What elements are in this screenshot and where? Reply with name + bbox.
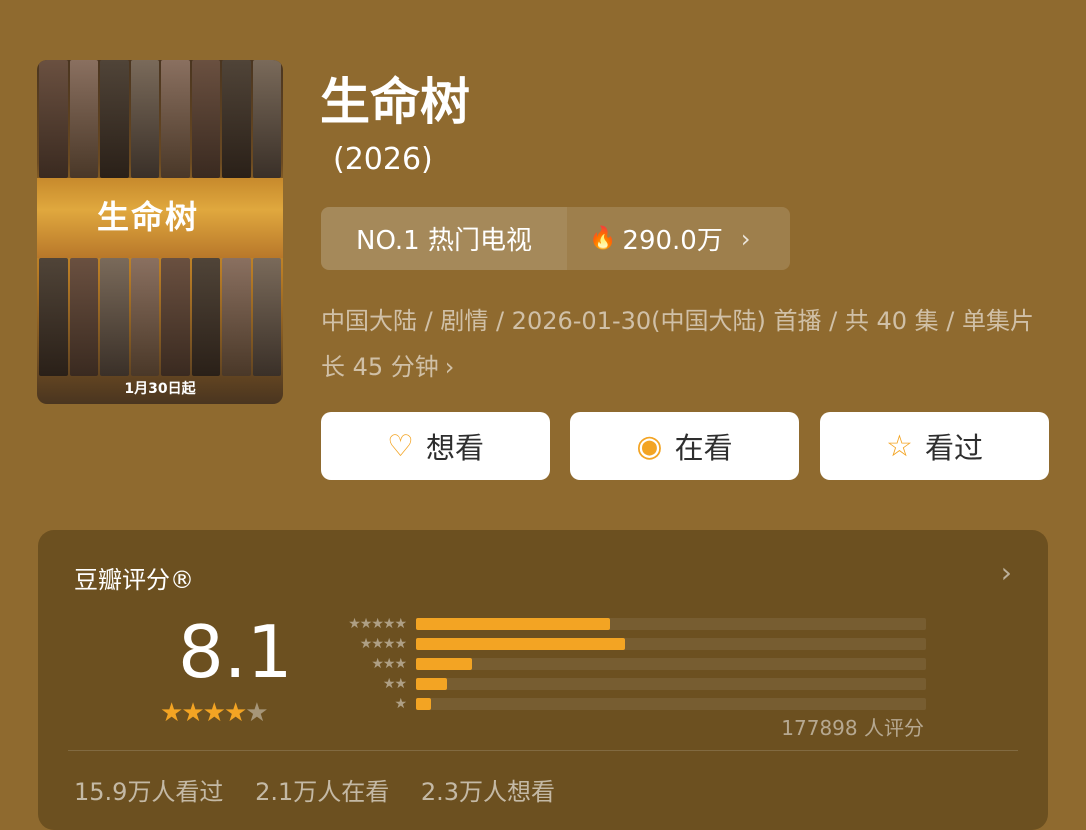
rating-bar-row: ★: [316, 694, 926, 714]
star-icon: ★: [160, 698, 183, 728]
rating-bar-row: ★★★: [316, 654, 926, 674]
poster-image[interactable]: 生命树 1月30日起: [37, 60, 283, 404]
rating-label: 豆瓣评分®: [74, 566, 194, 594]
rating-card[interactable]: 豆瓣评分® › 8.1 ★★★★★ ★★★★★ ★★★★ ★★★ ★★ ★ 177898…: [38, 530, 1048, 830]
page-title: 生命树: [320, 73, 470, 131]
rating-bar-track: [416, 698, 926, 710]
rating-bar-stars: ★★: [382, 676, 407, 692]
watching-label: 在看: [674, 431, 733, 465]
rating-bar-fill: [416, 638, 626, 650]
rating-stars: ★★★★★: [160, 698, 269, 728]
rating-bar-track: [416, 638, 926, 650]
meta-text: 中国大陆 / 剧情 / 2026-01-30(中国大陆) 首播 / 共 40 集…: [321, 307, 1035, 381]
target-icon: ◉: [636, 428, 663, 464]
rating-bar-fill: [416, 698, 432, 710]
star-outline-icon: ☆: [886, 428, 913, 464]
flame-icon: 🔥: [589, 226, 617, 251]
rating-bar-track: [416, 618, 926, 630]
star-icon: ★: [181, 698, 204, 728]
poster-title-art: 生命树: [97, 198, 200, 236]
meta-info[interactable]: 中国大陆 / 剧情 / 2026-01-30(中国大陆) 首播 / 共 40 集…: [321, 298, 1056, 390]
rating-bar-stars: ★★★: [371, 656, 407, 672]
poster-cast-top: [37, 60, 283, 178]
rating-bar-row: ★★★★★: [316, 614, 926, 634]
chevron-right-icon: ›: [740, 224, 751, 253]
heat-indicator[interactable]: 🔥 290.0万 ›: [567, 207, 790, 270]
want-count[interactable]: 2.3万人想看: [421, 778, 555, 806]
watched-count[interactable]: 15.9万人看过: [74, 778, 223, 806]
heat-value: 290.0万: [622, 226, 723, 256]
rating-bar-fill: [416, 618, 610, 630]
rating-bar-stars: ★: [394, 696, 407, 712]
watching-count[interactable]: 2.1万人在看: [255, 778, 389, 806]
rating-bar-track: [416, 678, 926, 690]
rating-bar-fill: [416, 678, 447, 690]
rating-bar-track: [416, 658, 926, 670]
chevron-right-icon[interactable]: ›: [1001, 556, 1012, 589]
release-year: (2026): [333, 142, 433, 177]
divider: [68, 750, 1018, 751]
rank-label: NO.1 热门电视: [321, 207, 567, 270]
poster-date: 1月30日起: [124, 381, 196, 397]
rating-score: 8.1: [178, 610, 293, 694]
want-to-watch-button[interactable]: ♡ 想看: [321, 412, 550, 480]
star-icon: ★: [245, 698, 268, 728]
star-icon: ★: [202, 698, 226, 728]
rating-bar-stars: ★★★★: [359, 636, 407, 652]
audience-stats: 15.9万人看过 2.1万人在看 2.3万人想看: [74, 772, 579, 807]
want-to-watch-label: 想看: [425, 431, 484, 465]
rating-count: 177898 人评分: [781, 716, 924, 740]
watching-button[interactable]: ◉ 在看: [570, 412, 799, 480]
rating-distribution: ★★★★★ ★★★★ ★★★ ★★ ★: [316, 614, 926, 714]
rating-bar-stars: ★★★★★: [348, 616, 407, 632]
ranking-badge[interactable]: NO.1 热门电视 🔥 290.0万 ›: [321, 207, 790, 270]
heart-plus-icon: ♡: [387, 428, 414, 464]
star-icon: ★: [223, 698, 247, 728]
rating-bar-row: ★★: [316, 674, 926, 694]
rating-bar-fill: [416, 658, 473, 670]
watched-button[interactable]: ☆ 看过: [820, 412, 1049, 480]
poster-cast-bottom: [37, 258, 283, 376]
rating-bar-row: ★★★★: [316, 634, 926, 654]
watched-label: 看过: [924, 431, 983, 465]
chevron-right-icon: ›: [444, 353, 455, 381]
